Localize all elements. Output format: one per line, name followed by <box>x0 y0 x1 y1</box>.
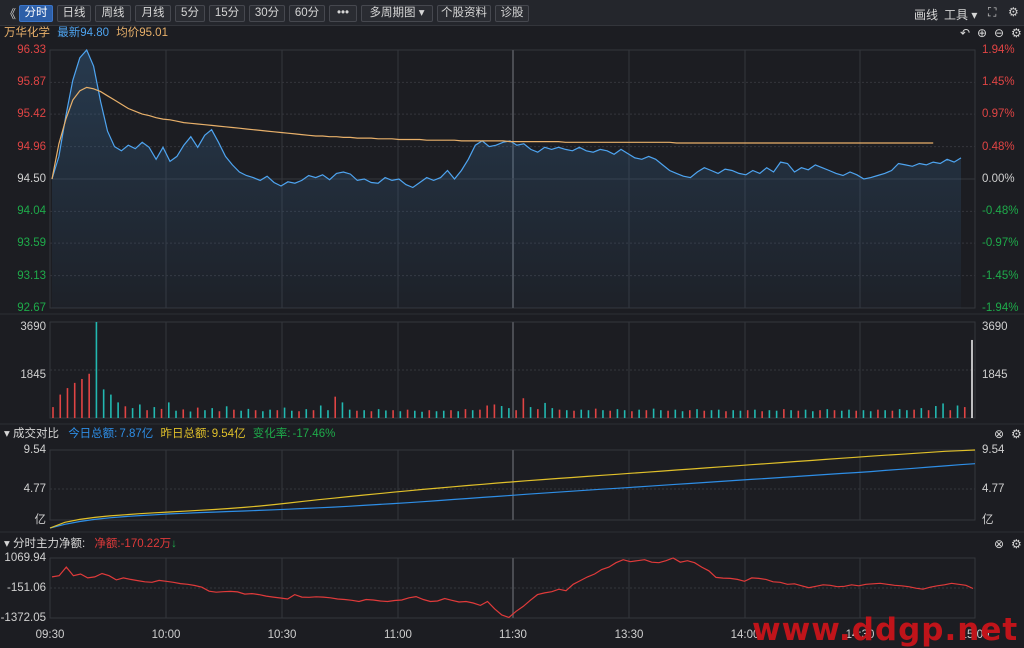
intraday-chart-window: { "toolbar":{ "back":"《", "tabs":[ {"lab… <box>0 0 1024 648</box>
price-y-tick-right: 1.45% <box>982 76 1015 89</box>
flow-y-tick: -1372.05 <box>0 612 46 624</box>
price-area <box>52 50 961 308</box>
price-y-tick-right: 0.48% <box>982 140 1015 153</box>
price-y-tick-left: 95.87 <box>17 76 46 89</box>
time-axis-label: 10:00 <box>151 629 181 641</box>
price-y-tick-left: 93.13 <box>17 269 46 282</box>
turnover-y-tick-right: 9.54 <box>982 444 1005 456</box>
flow-y-tick: 1069.94 <box>4 552 46 564</box>
watermark: www.ddgp.net <box>752 612 1019 648</box>
chart-canvas <box>0 48 1024 619</box>
volume-y-tick-right: 3690 <box>982 321 1008 333</box>
volume-y-tick-left: 3690 <box>20 321 46 333</box>
flow-y-tick: -151.06 <box>6 582 46 594</box>
time-axis-label: 10:30 <box>267 629 297 641</box>
price-y-tick-right: 0.00% <box>982 173 1015 185</box>
price-y-tick-left: 93.59 <box>17 237 46 250</box>
time-axis-label: 11:00 <box>384 629 412 641</box>
price-y-tick-left: 95.42 <box>17 108 46 121</box>
time-axis-label: 09:30 <box>35 629 65 641</box>
price-y-tick-left: 94.96 <box>17 140 46 153</box>
volume-y-tick-left: 1845 <box>20 369 46 381</box>
time-axis-label: 11:30 <box>499 629 527 641</box>
turnover-y-tick-left: 4.77 <box>23 483 46 495</box>
turnover-y-tick-right: 亿 <box>982 514 994 526</box>
price-y-tick-left: 94.04 <box>17 205 46 218</box>
time-axis-label: 13:30 <box>614 629 644 641</box>
price-y-tick-right: -0.48% <box>982 205 1019 218</box>
price-y-tick-left: 94.50 <box>17 173 46 185</box>
price-y-tick-right: -1.94% <box>982 302 1019 314</box>
price-y-tick-left: 92.67 <box>17 302 46 314</box>
price-y-tick-left: 96.33 <box>17 44 46 56</box>
turnover-y-tick-left: 亿 <box>34 514 47 526</box>
turnover-y-tick-right: 4.77 <box>982 483 1005 495</box>
price-y-tick-right: 0.97% <box>982 108 1015 121</box>
price-y-tick-right: 1.94% <box>982 44 1015 56</box>
price-y-tick-right: -0.97% <box>982 237 1019 250</box>
turnover-y-tick-left: 9.54 <box>23 444 46 456</box>
volume-y-tick-right: 1845 <box>982 369 1008 381</box>
price-y-tick-right: -1.45% <box>982 269 1019 282</box>
